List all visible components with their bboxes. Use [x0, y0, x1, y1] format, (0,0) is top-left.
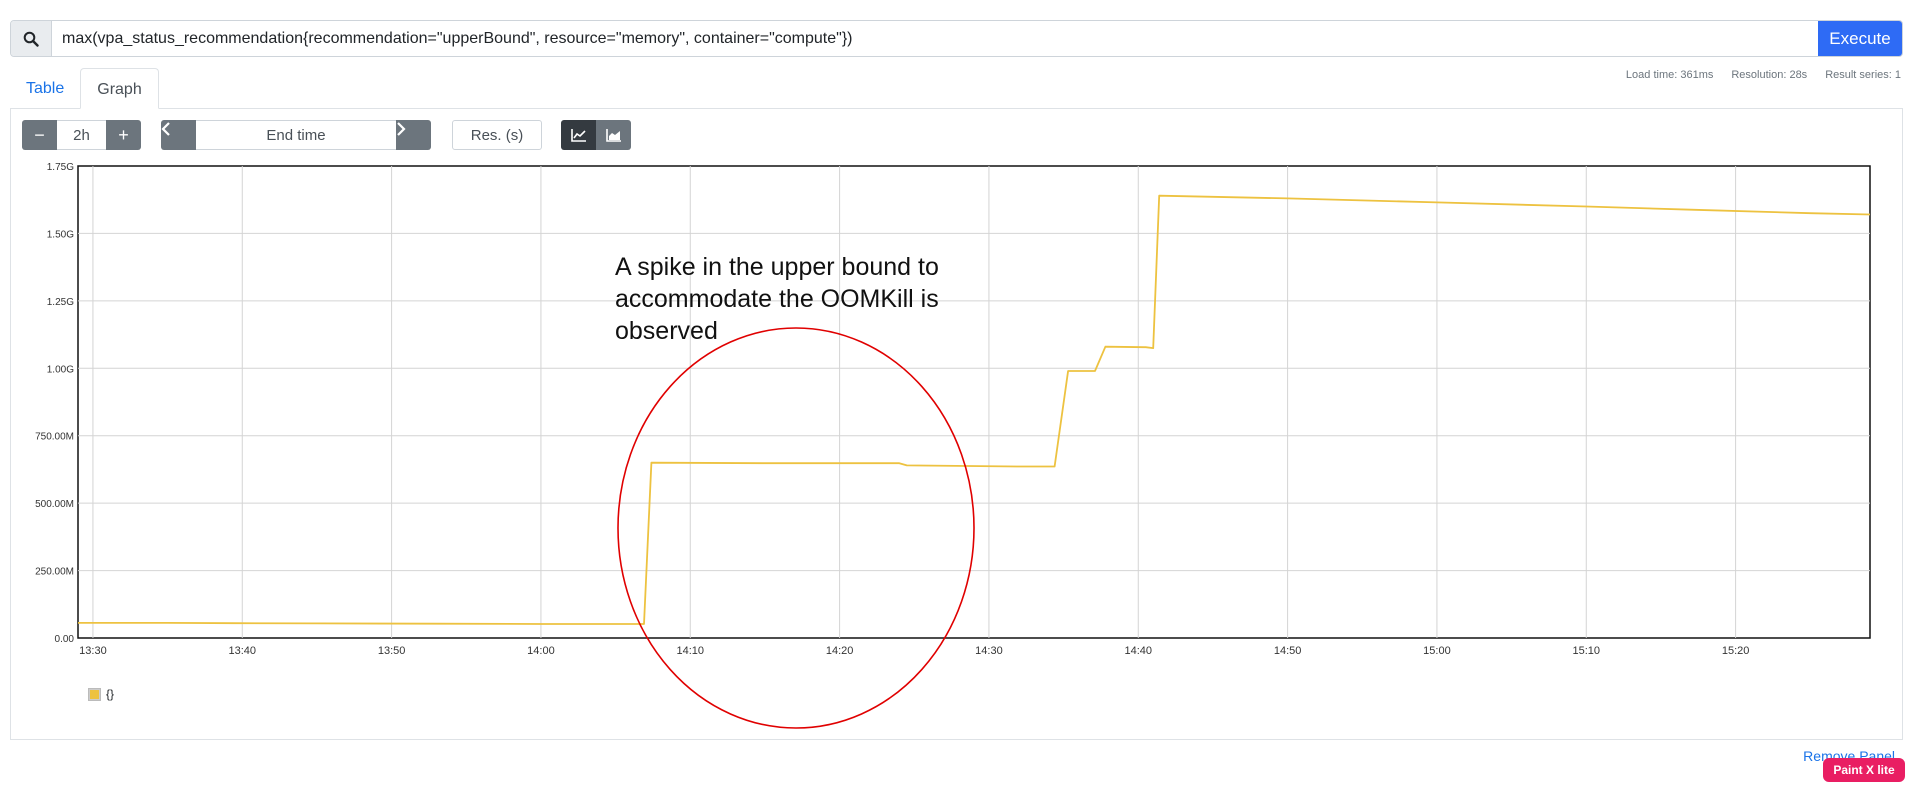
legend-label[interactable]: {} — [106, 687, 114, 701]
highlight-ellipse — [617, 327, 975, 729]
x-tick-label: 13:50 — [378, 645, 406, 657]
y-tick-label: 1.75G — [47, 162, 74, 173]
x-tick-label: 14:50 — [1274, 645, 1302, 657]
graph-chart[interactable]: 0.00 250.00M 500.00M 750.00M 1.00G 1.25G 1.50G… — [0, 0, 1915, 740]
chart-legend: {} — [88, 687, 114, 701]
annotation-text: accommodate the OOMKill is — [615, 285, 939, 313]
x-tick-label: 13:30 — [79, 645, 107, 657]
x-tick-label: 14:00 — [527, 645, 555, 657]
x-tick-label: 14:20 — [826, 645, 854, 657]
paint-x-lite-badge: Paint X lite — [1823, 758, 1905, 782]
plot-frame — [77, 165, 1871, 639]
tab-graph[interactable]: Graph — [80, 68, 159, 109]
x-tick-label: 15:10 — [1573, 645, 1601, 657]
y-tick-label: 1.50G — [47, 229, 74, 240]
x-tick-label: 14:30 — [975, 645, 1003, 657]
x-tick-label: 14:40 — [1125, 645, 1153, 657]
annotation-text: A spike in the upper bound to — [615, 253, 939, 281]
x-tick-label: 14:10 — [677, 645, 705, 657]
y-tick-label: 1.25G — [47, 297, 74, 308]
y-tick-label: 500.00M — [35, 499, 74, 510]
y-tick-label: 750.00M — [35, 432, 74, 443]
x-tick-label: 13:40 — [229, 645, 257, 657]
x-tick-label: 15:20 — [1722, 645, 1750, 657]
y-tick-label: 250.00M — [35, 567, 74, 578]
y-tick-label: 1.00G — [47, 364, 74, 375]
legend-swatch[interactable] — [88, 687, 101, 701]
x-tick-label: 15:00 — [1423, 645, 1451, 657]
annotation-text: observed — [615, 317, 718, 345]
series-line[interactable] — [78, 194, 1871, 625]
y-tick-label: 0.00 — [55, 634, 75, 645]
